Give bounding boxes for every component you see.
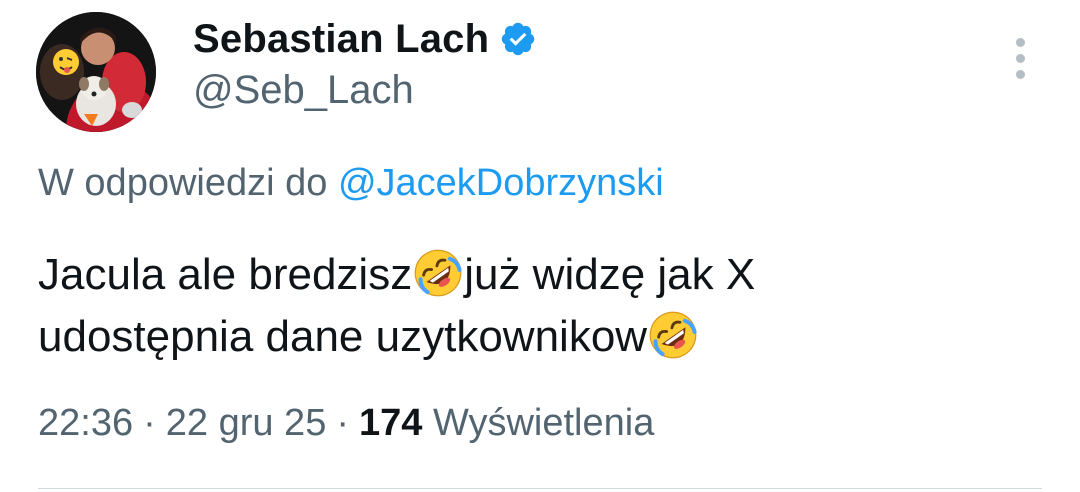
tweet: Sebastian Lach @Seb_Lach W odpowiedzi do… [0, 0, 1080, 492]
reply-context: W odpowiedzi do @JacekDobrzynski [38, 162, 664, 205]
tweet-text-line-1: Jacula ale bredzisz już widzę jak X [38, 244, 1038, 306]
tweet-text-segment: już widzę jak X [464, 250, 756, 299]
verified-badge-icon [499, 20, 537, 58]
reply-mention-link[interactable]: @JacekDobrzynski [338, 162, 664, 204]
reply-prefix: W odpowiedzi do [38, 162, 338, 204]
more-dot [1015, 69, 1025, 79]
more-options-button[interactable] [1000, 30, 1040, 86]
rolling-on-floor-laughing-emoji-icon [414, 249, 462, 297]
tweet-date[interactable]: 22 gru 25 [166, 402, 327, 444]
display-name[interactable]: Sebastian Lach [193, 17, 489, 62]
user-handle[interactable]: @Seb_Lach [193, 68, 414, 113]
more-dot [1015, 37, 1025, 47]
tweet-text-segment: udostępnia dane uzytkownikow [38, 312, 648, 361]
meta-separator: · [143, 402, 156, 444]
tweet-meta: 22:36 · 22 gru 25 · 174 Wyświetlenia [38, 402, 654, 445]
divider [38, 488, 1042, 489]
rolling-on-floor-laughing-emoji-icon [649, 311, 697, 359]
tweet-text-line-2: udostępnia dane uzytkownikow [38, 306, 1038, 368]
meta-separator: · [336, 402, 349, 444]
name-row: Sebastian Lach [193, 14, 537, 64]
avatar-image [36, 12, 156, 132]
tweet-text: Jacula ale bredzisz już widzę jak X udos… [38, 244, 1038, 368]
views-count: 174 [358, 402, 423, 444]
tweet-time[interactable]: 22:36 [38, 402, 133, 444]
views-label: Wyświetlenia [432, 402, 655, 444]
more-dot [1015, 53, 1025, 63]
tweet-text-segment: Jacula ale bredzisz [38, 250, 413, 299]
avatar[interactable] [36, 12, 156, 132]
